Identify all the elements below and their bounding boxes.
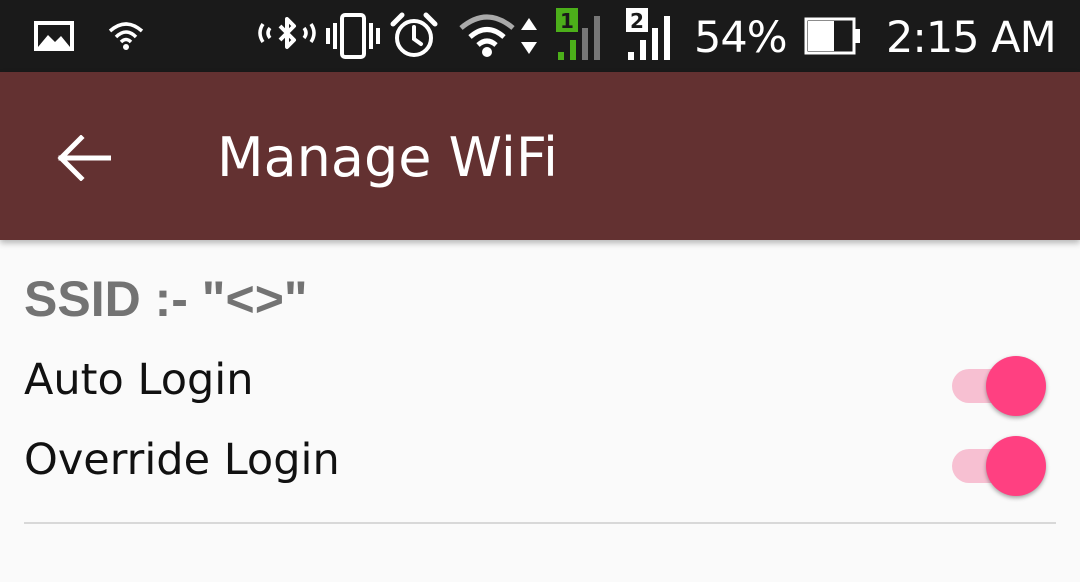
- content: SSID :- "<>" Auto Login Override Login: [0, 240, 1080, 582]
- page-title: Manage WiFi: [217, 126, 559, 189]
- override-login-switch[interactable]: [950, 430, 1046, 496]
- auto-login-label: Auto Login: [24, 355, 254, 405]
- signal-sim2-icon: 2: [626, 0, 682, 72]
- wifi-icon: [458, 0, 516, 72]
- auto-login-row: Auto Login: [24, 340, 1056, 420]
- data-arrows-icon: [518, 0, 540, 72]
- battery-icon: [804, 0, 862, 72]
- app-bar: Manage WiFi: [0, 72, 1080, 240]
- vibrate-icon: [326, 0, 380, 72]
- wifi-small-icon: [108, 0, 144, 72]
- back-button[interactable]: [44, 118, 124, 198]
- override-login-label: Override Login: [24, 435, 340, 485]
- auto-login-switch[interactable]: [950, 350, 1046, 416]
- override-login-row: Override Login: [24, 420, 1056, 500]
- divider: [24, 522, 1056, 524]
- bluetooth-icon: [256, 0, 318, 72]
- alarm-icon: [390, 0, 438, 72]
- arrow-back-icon: [57, 135, 111, 181]
- ssid-label: SSID :- "<>": [24, 271, 308, 327]
- sim2-label: 2: [630, 9, 644, 33]
- signal-sim1-icon: 1: [556, 0, 612, 72]
- switch-thumb: [986, 356, 1046, 416]
- battery-percent: 54%: [694, 13, 788, 63]
- switch-thumb: [986, 436, 1046, 496]
- status-bar: 1 2 54% 2:15 AM: [0, 0, 1080, 72]
- clock: 2:15 AM: [886, 13, 1057, 63]
- sim1-label: 1: [560, 9, 574, 33]
- image-icon: [34, 0, 74, 72]
